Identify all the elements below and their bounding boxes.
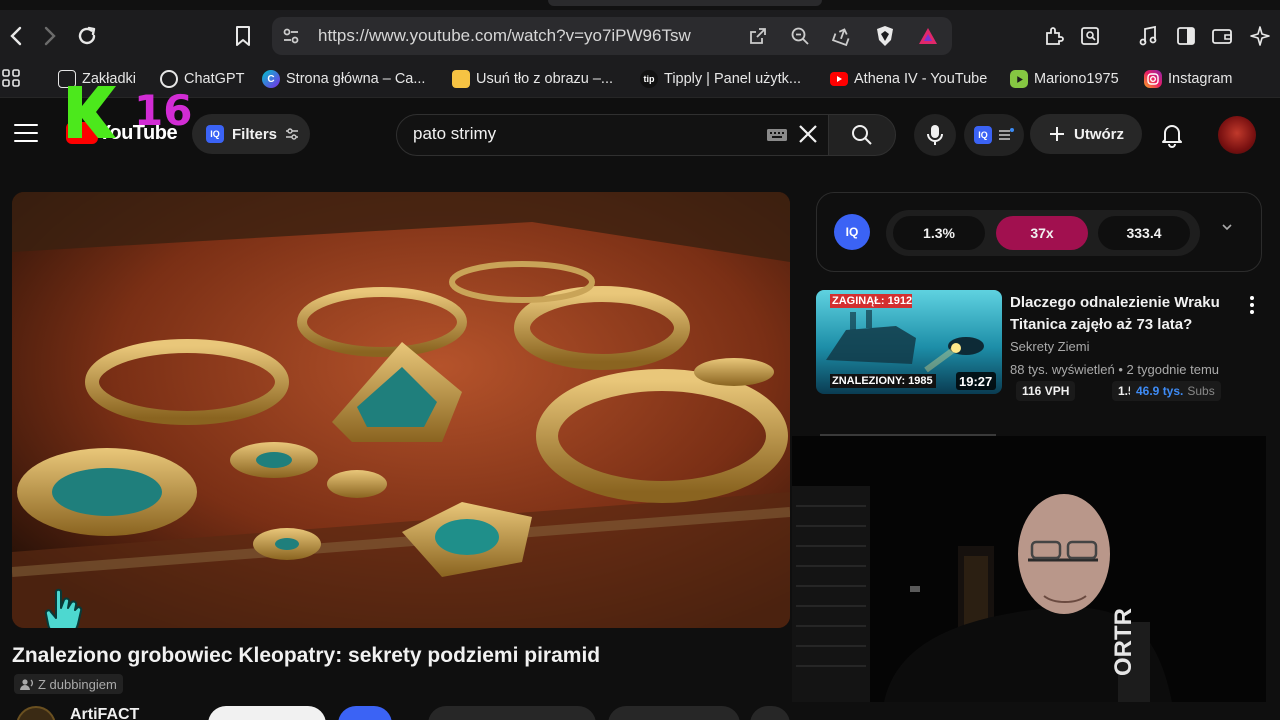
reader-icon[interactable] [1078,24,1102,48]
thumbnail-found-label: ZNALEZIONY: 1985 [832,375,933,387]
hand-cursor-icon [44,588,83,628]
dub-label: Z dubbingiem [38,676,117,692]
back-button[interactable] [2,22,30,50]
extensions-icon[interactable] [1042,24,1066,48]
streamer-webcam-image [792,436,1266,702]
microphone-icon [927,125,943,145]
subs-tag: 46.9 tys. Subs [1130,381,1221,401]
clear-search-icon[interactable] [797,123,819,145]
recommended-meta: 88 tys. wyświetleń • 2 tygodnie temu [1010,362,1220,377]
vph-tag: 116 VPH [1016,381,1076,401]
iq-channel-button[interactable] [338,706,392,720]
iq-icon: IQ [206,125,224,143]
subs-label: Subs [1187,384,1215,398]
reload-icon [78,26,96,45]
account-avatar[interactable] [1218,116,1256,154]
tipply-icon: tip [640,70,658,88]
chevron-right-icon [44,26,56,46]
instagram-icon [1144,70,1162,88]
bookmark-label: Athena IV - YouTube [854,71,988,87]
thumbnail-lost-label: ZAGINĄŁ: 1912 [832,295,913,307]
filters-label: Filters [232,125,278,143]
site-info-icon[interactable] [279,24,303,48]
apps-grid-icon[interactable] [2,69,22,89]
person-voice-icon [20,679,33,690]
k-badge-icon [68,86,116,138]
more-actions-button[interactable] [750,706,790,720]
recommended-channel[interactable]: Sekrety Ziemi [1010,339,1089,354]
more-options-icon[interactable] [1244,294,1260,316]
keyboard-icon[interactable] [766,128,788,142]
open-in-app-icon[interactable] [746,24,770,48]
channel-avatar[interactable] [16,706,56,720]
iq-icon: IQ [974,126,992,144]
filters-button[interactable]: IQ Filters [192,114,310,154]
sidebar-toggle-icon[interactable] [1174,24,1198,48]
share-icon[interactable] [830,24,854,48]
iq-logo-icon[interactable]: IQ [834,214,870,250]
chevron-left-icon [10,26,22,46]
duration-badge: 19:27 [959,374,993,389]
zoom-out-icon[interactable] [788,24,812,48]
search-query[interactable]: pato strimy [413,124,496,144]
bookmark-label: Mariono1975 [1034,71,1119,87]
bookmark-remove-bg[interactable]: Usuń tło z obrazu –... [452,69,613,89]
views-per-hour[interactable]: 333.4 [1098,216,1190,250]
voice-search-button[interactable] [914,114,956,156]
brave-rewards-icon[interactable] [916,24,940,48]
engagement-rate[interactable]: 1.3% [893,216,985,250]
like-dislike-button[interactable] [428,706,596,720]
video-title: Znaleziono grobowiec Kleopatry: sekrety … [12,644,601,667]
bookmark-label: Tipply | Panel użytk... [664,71,802,87]
create-button[interactable]: Utwórz [1030,114,1142,154]
rumble-icon [1010,70,1028,88]
url-text[interactable]: https://www.youtube.com/watch?v=yo7iPW96… [318,26,691,46]
outlier-score[interactable]: 37x [996,216,1088,250]
search-button[interactable] [828,114,896,156]
list-icon [999,128,1014,140]
bookmark-canva[interactable]: C Strona główna – Ca... [262,69,425,89]
bookmark-athena[interactable]: Athena IV - YouTube [830,69,987,89]
dubbing-badge[interactable]: Z dubbingiem [14,674,123,694]
canva-icon: C [262,70,280,88]
active-tab-edge[interactable] [548,0,822,6]
subs-value: 46.9 tys. [1136,384,1184,398]
notifications-bell-icon[interactable] [1160,122,1184,148]
sliders-icon [286,128,299,140]
bookmark-label: ChatGPT [184,71,245,87]
share-button[interactable] [608,706,740,720]
subscribe-button[interactable] [208,706,326,720]
bookmark-icon [236,26,250,46]
bookmark-tipply[interactable]: tip Tipply | Panel użytk... [640,69,801,89]
create-label: Utwórz [1074,125,1124,143]
iq-watchlist-button[interactable]: IQ [964,114,1024,156]
video-frame-jewelry [12,192,790,628]
bookmark-label: Usuń tło z obrazu –... [476,71,614,87]
chevron-down-icon[interactable] [1220,222,1234,232]
plus-icon [1050,127,1064,141]
brave-shield-icon[interactable] [873,24,897,48]
music-note-icon[interactable] [1136,24,1160,48]
recommended-title[interactable]: Dlaczego odnalezienie Wraku Titanica zaj… [1010,292,1228,336]
wallet-icon[interactable] [1210,24,1234,48]
webcam-overlay: ORTR [792,436,1266,702]
bookmark-instagram[interactable]: Instagram [1144,69,1232,89]
youtube-icon [830,72,848,86]
bookmark-mariono[interactable]: Mariono1975 [1010,69,1119,89]
bookmark-label: Instagram [1168,71,1233,87]
recommended-thumbnail[interactable]: ZAGINĄŁ: 1912 ZNALEZIONY: 1985 19:27 [816,290,1002,394]
bookmark-label: Strona główna – Ca... [286,71,426,87]
menu-icon[interactable] [14,124,38,144]
shirt-print-text: ORTR [1110,608,1137,676]
forward-button[interactable] [36,22,64,50]
k-badge-number: 16 [134,86,193,135]
channel-name[interactable]: ArtiFACT [70,706,139,720]
bookmark-page-button[interactable] [229,22,257,50]
video-player[interactable] [12,192,790,628]
remove-bg-icon [452,70,470,88]
leo-ai-icon[interactable] [1248,24,1272,48]
search-icon [852,125,872,145]
reload-button[interactable] [73,22,101,50]
